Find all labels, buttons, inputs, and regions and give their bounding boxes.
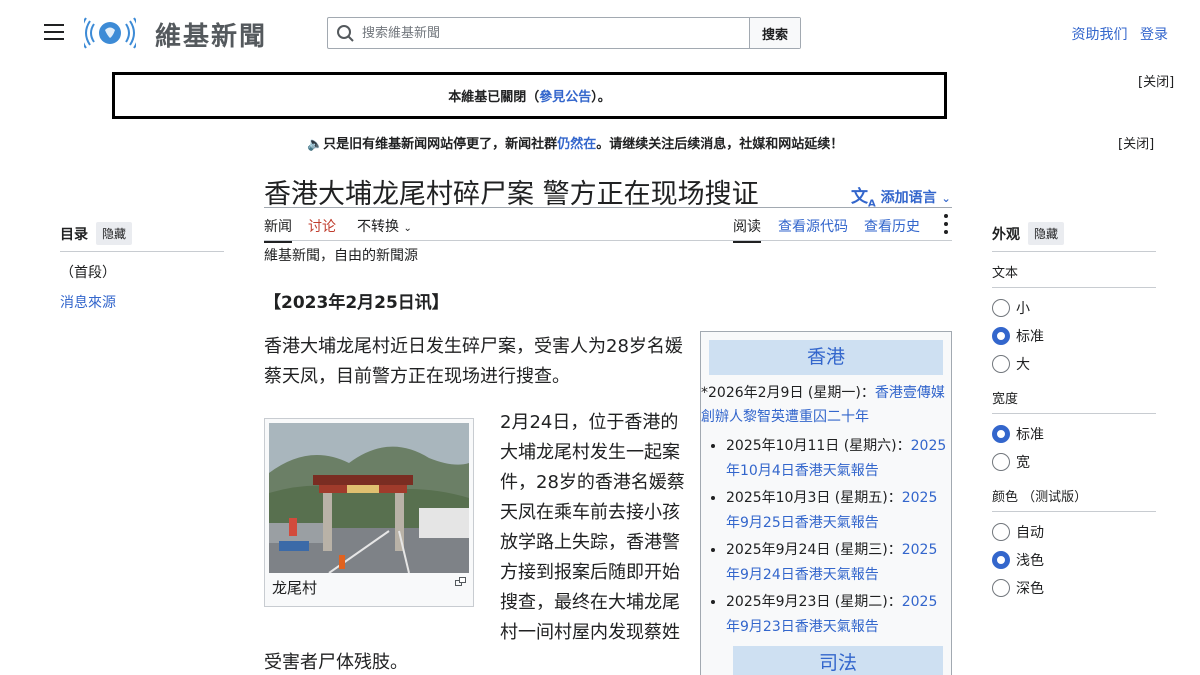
option-label: 标准: [1016, 427, 1044, 443]
option-label: 宽: [1016, 455, 1030, 471]
site-tagline: 維基新聞，自由的新聞源: [264, 248, 418, 264]
infobox-heading-hongkong[interactable]: 香港: [709, 340, 943, 375]
infobox-heading-judiciary[interactable]: 司法: [733, 646, 943, 675]
search-button[interactable]: 搜索: [749, 18, 800, 48]
list-item: 2025年10月3日 (星期五)：2025年9月25日香港天氣報告: [726, 486, 951, 536]
option-label: 深色: [1016, 581, 1044, 597]
news-date: 2025年10月3日 (星期五)：: [726, 490, 902, 506]
community-notice-link[interactable]: 仍然在: [557, 137, 596, 152]
width-label: 宽度: [992, 378, 1156, 414]
search-box: 搜索: [327, 17, 801, 49]
user-links: 资助我们 登录: [1064, 24, 1168, 44]
article-image: 龙尾村: [264, 418, 474, 607]
infobox-lead: *2026年2月9日 (星期一)：香港壹傳媒創辦人黎智英遭重囚二十年: [701, 381, 951, 429]
table-of-contents: 目录 隐藏 （首段） 消息來源: [60, 222, 224, 312]
wikinews-logo-icon[interactable]: [84, 16, 136, 50]
width-standard[interactable]: 标准: [992, 420, 1156, 448]
color-auto[interactable]: 自动: [992, 518, 1156, 546]
toc-item-sources[interactable]: 消息來源: [60, 292, 224, 312]
appearance-panel: 外观 隐藏 文本 小 标准 大 宽度 标准 宽 颜色 （测试版） 自动 浅色 深…: [992, 222, 1156, 602]
page-tabs: 新闻 讨论 不转换 ⌄ 阅读 查看源代码 查看历史: [264, 214, 952, 243]
image-caption: 龙尾村: [272, 579, 318, 597]
toc-title: 目录: [60, 226, 88, 243]
add-language-label: 添加语言: [880, 190, 937, 206]
tab-view-source[interactable]: 查看源代码: [778, 216, 848, 241]
news-date: 2025年10月11日 (星期六)：: [726, 438, 911, 454]
radio-button[interactable]: [992, 579, 1010, 597]
site-header: 維基新聞 搜索 资助我们 登录: [0, 0, 1200, 64]
community-notice-pre: 🔈只是旧有维基新闻网站停更了，新闻社群: [307, 137, 558, 152]
appearance-header: 外观 隐藏: [992, 222, 1156, 252]
community-notice-post: 。请继续关注后续消息，社媒和网站延续！: [596, 137, 844, 152]
related-news-list: 2025年10月11日 (星期六)：2025年10月4日香港天氣報告 2025年…: [726, 434, 951, 640]
appearance-hide-button[interactable]: 隐藏: [1028, 222, 1065, 245]
radio-button[interactable]: [992, 355, 1010, 373]
search-input[interactable]: [362, 18, 749, 48]
article-dateline: 【2023年2月25日讯】: [264, 293, 449, 313]
list-item: 2025年9月24日 (星期三)：2025年9月24日香港天氣報告: [726, 538, 951, 588]
chevron-down-icon: ⌄: [403, 223, 412, 234]
enlarge-icon[interactable]: [455, 577, 466, 586]
search-icon: [328, 18, 362, 48]
related-news-box: 香港 *2026年2月9日 (星期一)：香港壹傳媒創辦人黎智英遭重囚二十年 20…: [700, 331, 952, 675]
community-notice: 🔈只是旧有维基新闻网站停更了，新闻社群仍然在。请继续关注后续消息，社媒和网站延续…: [307, 133, 843, 152]
chevron-down-icon: ⌄: [941, 192, 951, 205]
main-menu-icon[interactable]: [44, 24, 64, 40]
list-item: 2025年9月23日 (星期二)：2025年9月23日香港天氣報告: [726, 590, 951, 640]
radio-button-selected[interactable]: [992, 551, 1010, 569]
notice-close-button[interactable]: [关闭]: [1138, 71, 1174, 90]
color-light[interactable]: 浅色: [992, 546, 1156, 574]
width-wide[interactable]: 宽: [992, 448, 1156, 476]
option-label: 小: [1016, 301, 1030, 317]
text-size-label: 文本: [992, 252, 1156, 288]
tab-read[interactable]: 阅读: [733, 216, 761, 243]
article-paragraph-1: 香港大埔龙尾村近日发生碎尸案，受害人为28岁名媛蔡天凤，目前警方正在现场进行搜查…: [264, 336, 683, 387]
radio-button[interactable]: [992, 299, 1010, 317]
notice-text-pre: 本維基已關閉（: [448, 90, 540, 105]
more-options-icon[interactable]: [944, 214, 948, 238]
radio-button-selected[interactable]: [992, 327, 1010, 345]
login-link[interactable]: 登录: [1140, 27, 1168, 43]
site-closed-notice: 本維基已關閉（ 參見公告）。: [112, 72, 947, 119]
toc-header: 目录 隐藏: [60, 222, 224, 252]
tab-news[interactable]: 新闻: [264, 216, 292, 243]
community-notice-close-button[interactable]: [关闭]: [1118, 133, 1154, 152]
option-label: 大: [1016, 357, 1030, 373]
notice-text-post: ）。: [591, 90, 611, 105]
option-label: 自动: [1016, 525, 1044, 541]
option-label: 标准: [1016, 329, 1044, 345]
text-size-standard[interactable]: 标准: [992, 322, 1156, 350]
list-item: 2025年10月11日 (星期六)：2025年10月4日香港天氣報告: [726, 434, 951, 484]
village-photo[interactable]: [269, 423, 469, 573]
radio-button[interactable]: [992, 523, 1010, 541]
page-title: 香港大埔龙尾村碎尸案 警方正在现场搜证: [264, 179, 759, 210]
donate-link[interactable]: 资助我们: [1072, 27, 1128, 43]
site-wordmark[interactable]: 維基新聞: [155, 16, 267, 53]
tab-talk[interactable]: 讨论: [308, 216, 336, 241]
tab-variant[interactable]: 不转换 ⌄: [357, 216, 412, 241]
text-size-large[interactable]: 大: [992, 350, 1156, 378]
translate-icon: 文A: [851, 187, 876, 210]
color-dark[interactable]: 深色: [992, 574, 1156, 602]
infobox-lead-date: *2026年2月9日 (星期一)：: [701, 385, 875, 401]
news-date: 2025年9月23日 (星期二)：: [726, 594, 902, 610]
news-date: 2025年9月24日 (星期三)：: [726, 542, 902, 558]
add-language-button[interactable]: 文A 添加语言 ⌄: [851, 182, 951, 209]
text-size-small[interactable]: 小: [992, 294, 1156, 322]
appearance-title: 外观: [992, 226, 1020, 243]
variant-label: 不转换: [357, 219, 399, 235]
toc-item-lead[interactable]: （首段）: [60, 262, 224, 282]
color-label: 颜色 （测试版）: [992, 476, 1156, 512]
option-label: 浅色: [1016, 553, 1044, 569]
notice-announcement-link[interactable]: 參見公告: [539, 86, 591, 105]
title-divider: [264, 207, 952, 208]
radio-button[interactable]: [992, 453, 1010, 471]
tab-view-history[interactable]: 查看历史: [864, 216, 920, 241]
radio-button-selected[interactable]: [992, 425, 1010, 443]
toc-hide-button[interactable]: 隐藏: [96, 222, 133, 245]
